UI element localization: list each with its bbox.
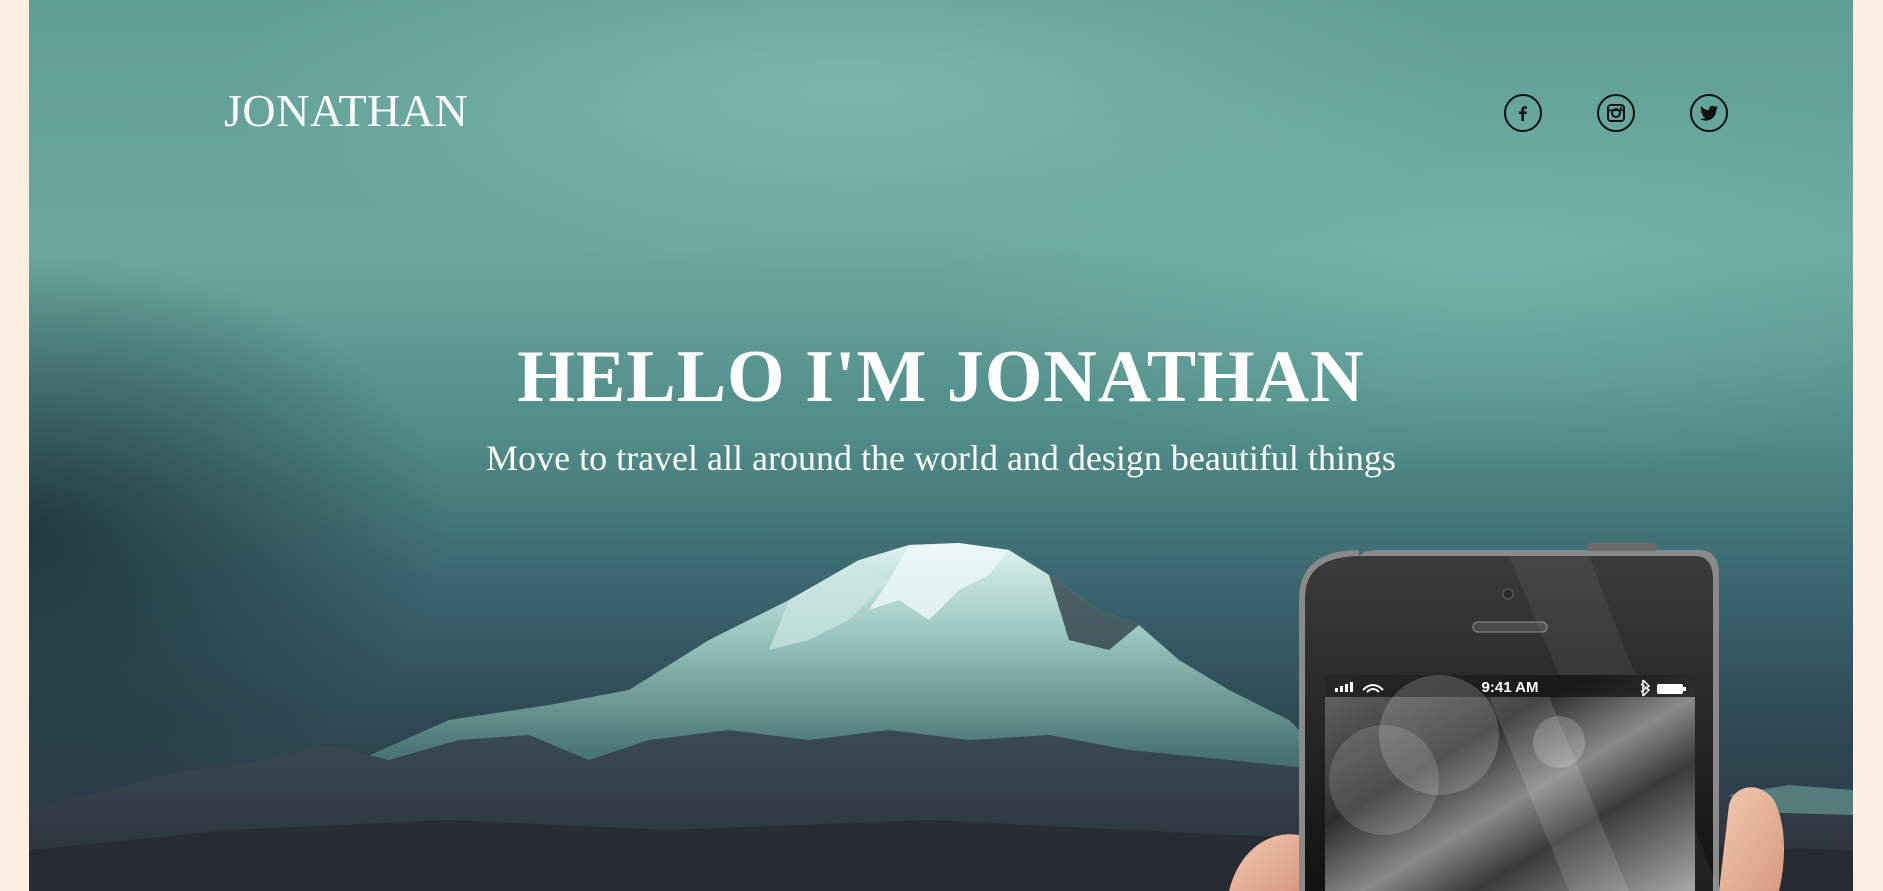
hero-banner: 9:41 AM JONATHAN HELLO I'M JONATHAN Move… (29, 0, 1853, 891)
social-links (1504, 94, 1728, 132)
hero-subheadline: Move to travel all around the world and … (486, 438, 1396, 478)
facebook-icon (1519, 106, 1527, 121)
twitter-icon (1699, 105, 1719, 121)
phone-status-time: 9:41 AM (1482, 679, 1539, 696)
instagram-icon (1607, 104, 1625, 122)
page: 9:41 AM JONATHAN HELLO I'M JONATHAN Move… (0, 0, 1883, 891)
phone-mockup: 9:41 AM (1229, 543, 1784, 891)
instagram-link[interactable] (1597, 94, 1635, 132)
hero-headline: HELLO I'M JONATHAN (517, 336, 1365, 418)
facebook-link[interactable] (1504, 94, 1542, 132)
twitter-link[interactable] (1690, 94, 1728, 132)
site-logo[interactable]: JONATHAN (224, 88, 468, 134)
